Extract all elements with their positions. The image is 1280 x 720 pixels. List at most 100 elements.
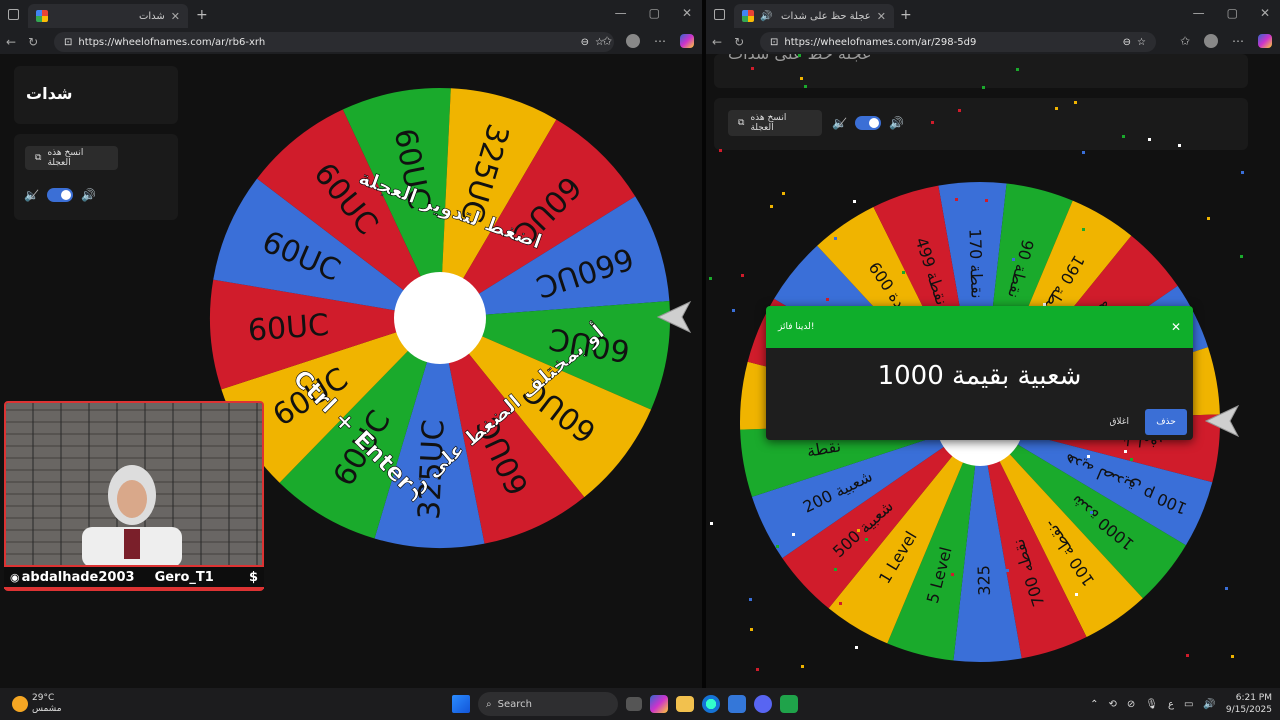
new-tab-icon[interactable]: + bbox=[900, 7, 912, 23]
refresh-icon[interactable]: ↻ bbox=[28, 35, 38, 49]
site-info-icon[interactable]: ⊡ bbox=[770, 37, 778, 48]
confetti-piece bbox=[865, 538, 868, 541]
display-icon[interactable]: ▭ bbox=[1184, 699, 1193, 710]
close-dialog-button[interactable]: اغلاق bbox=[1109, 417, 1129, 427]
menu-icon[interactable]: ⋯ bbox=[654, 34, 666, 48]
tray-chevron-icon[interactable]: ⌃ bbox=[1090, 699, 1098, 710]
confetti-piece bbox=[800, 77, 803, 80]
confetti-piece bbox=[1231, 655, 1234, 658]
confetti-piece bbox=[1225, 587, 1228, 590]
confetti-piece bbox=[1055, 107, 1058, 110]
copy-icon: ⧉ bbox=[35, 153, 42, 163]
copilot-icon[interactable] bbox=[1258, 34, 1272, 48]
left-wheel[interactable]: 60UC 325UC60UC660UC60UC60UC60UC325UC60UC6… bbox=[208, 86, 672, 550]
clock[interactable]: 6:21 PM 9/15/2025 bbox=[1226, 692, 1272, 716]
copy-wheel-label: انسخ هذه العجلة bbox=[47, 148, 84, 168]
search-icon: ⌕ bbox=[486, 698, 492, 710]
user-icon: ◉ bbox=[10, 570, 20, 584]
confetti-piece bbox=[969, 200, 972, 203]
language-indicator[interactable]: ع bbox=[1168, 699, 1174, 710]
confetti-piece bbox=[826, 298, 829, 301]
confetti-piece bbox=[1101, 486, 1104, 489]
left-wheel-hub[interactable] bbox=[394, 272, 486, 364]
network-off-icon[interactable]: ⊘ bbox=[1127, 699, 1135, 710]
tab-audio-icon[interactable]: 🔊 bbox=[760, 11, 772, 22]
wheel-title: شدات bbox=[26, 84, 73, 103]
left-tab[interactable]: شدات ✕ bbox=[28, 4, 188, 28]
confetti-piece bbox=[902, 271, 905, 274]
copilot-icon[interactable] bbox=[680, 34, 694, 48]
remove-winner-button[interactable]: حذف bbox=[1145, 409, 1187, 435]
refresh-icon[interactable]: ↻ bbox=[734, 35, 744, 49]
reader-icon[interactable]: ⊖ bbox=[581, 37, 589, 48]
favorites-icon[interactable]: ✩ bbox=[602, 34, 612, 48]
sound-toggle[interactable] bbox=[46, 188, 73, 202]
stream-user2: Gero_T1 bbox=[154, 569, 214, 585]
confetti-piece bbox=[958, 109, 961, 112]
start-windows-icon[interactable] bbox=[452, 695, 470, 713]
streaming-app-icon[interactable] bbox=[780, 695, 798, 713]
tab-actions-icon[interactable] bbox=[8, 9, 19, 20]
tab-actions-icon[interactable] bbox=[714, 9, 725, 20]
confetti-piece bbox=[1087, 455, 1090, 458]
task-view-icon[interactable] bbox=[626, 697, 642, 711]
favorites-icon[interactable]: ✩ bbox=[1180, 34, 1190, 48]
close-window-icon[interactable]: ✕ bbox=[682, 6, 692, 20]
taskbar-search[interactable]: ⌕ Search bbox=[478, 692, 618, 716]
confetti-piece bbox=[709, 277, 712, 280]
maximize-icon[interactable]: ▢ bbox=[1227, 6, 1238, 20]
mute-icon[interactable]: 🔈̸ bbox=[24, 188, 39, 202]
menu-icon[interactable]: ⋯ bbox=[1232, 34, 1244, 48]
volume-icon[interactable]: 🔊 bbox=[889, 116, 904, 130]
mute-icon[interactable]: 🔈̸ bbox=[832, 116, 847, 130]
address-bar[interactable]: ⊡ https://wheelofnames.com/ar/rb6-xrh ⊖ … bbox=[54, 32, 614, 52]
tab-close-icon[interactable]: ✕ bbox=[877, 10, 886, 23]
profile-icon[interactable] bbox=[1204, 34, 1218, 48]
site-info-icon[interactable]: ⊡ bbox=[64, 37, 72, 48]
edge-icon[interactable] bbox=[702, 695, 720, 713]
favorite-star-icon[interactable]: ☆ bbox=[1137, 37, 1146, 48]
confetti-piece bbox=[741, 274, 744, 277]
close-window-icon[interactable]: ✕ bbox=[1260, 6, 1270, 20]
file-explorer-icon[interactable] bbox=[676, 696, 694, 712]
right-navbar: ← ↻ ⊡ https://wheelofnames.com/ar/298-5d… bbox=[706, 30, 1280, 54]
back-icon[interactable]: ← bbox=[712, 35, 722, 49]
confetti-piece bbox=[1075, 593, 1078, 596]
streamer-image bbox=[82, 465, 182, 567]
copy-wheel-button[interactable]: ⧉ انسخ هذه العجلة bbox=[25, 146, 118, 170]
tab-close-icon[interactable]: ✕ bbox=[171, 10, 180, 23]
profile-icon[interactable] bbox=[626, 34, 640, 48]
new-tab-icon[interactable]: + bbox=[196, 7, 208, 23]
confetti-piece bbox=[1148, 138, 1151, 141]
discord-icon[interactable] bbox=[754, 695, 772, 713]
tab-title: شدات bbox=[138, 10, 165, 22]
window-controls: — ▢ ✕ bbox=[615, 6, 692, 20]
confetti-piece bbox=[732, 309, 735, 312]
minimize-icon[interactable]: — bbox=[615, 6, 627, 20]
stream-name-bar: ◉ abdalhade2003 Gero_T1 $ bbox=[4, 565, 264, 589]
confetti-piece bbox=[1016, 68, 1019, 71]
url-text: https://wheelofnames.com/ar/298-5d9 bbox=[784, 36, 977, 48]
copy-wheel-button[interactable]: ⧉ انسخ هذه العجلة bbox=[728, 110, 822, 136]
speaker-icon[interactable]: 🔊 bbox=[1203, 699, 1215, 710]
maximize-icon[interactable]: ▢ bbox=[649, 6, 660, 20]
weather-desc: مشمس bbox=[32, 704, 62, 714]
sound-toggle[interactable] bbox=[854, 116, 881, 130]
address-bar[interactable]: ⊡ https://wheelofnames.com/ar/298-5d9 ⊖ … bbox=[760, 32, 1156, 52]
right-tab[interactable]: 🔊 عجلة حظ على شدات ✕ bbox=[734, 4, 894, 28]
back-icon[interactable]: ← bbox=[6, 35, 16, 49]
store-icon[interactable] bbox=[728, 695, 746, 713]
microphone-icon[interactable]: 🎙 bbox=[1145, 699, 1158, 710]
right-wheel-segment-label: 325 bbox=[974, 565, 994, 596]
sync-icon[interactable]: ⟲ bbox=[1108, 699, 1116, 710]
url-text: https://wheelofnames.com/ar/rb6-xrh bbox=[78, 36, 266, 48]
confetti-piece bbox=[801, 665, 804, 668]
dialog-close-icon[interactable]: ✕ bbox=[1171, 320, 1181, 334]
currency-icon: $ bbox=[248, 569, 258, 585]
confetti-piece bbox=[1130, 458, 1133, 461]
copilot-app-icon[interactable] bbox=[650, 695, 668, 713]
reader-icon[interactable]: ⊖ bbox=[1123, 37, 1131, 48]
minimize-icon[interactable]: — bbox=[1193, 6, 1205, 20]
volume-icon[interactable]: 🔊 bbox=[81, 188, 96, 202]
weather-widget[interactable]: 29°C مشمس bbox=[12, 693, 62, 715]
